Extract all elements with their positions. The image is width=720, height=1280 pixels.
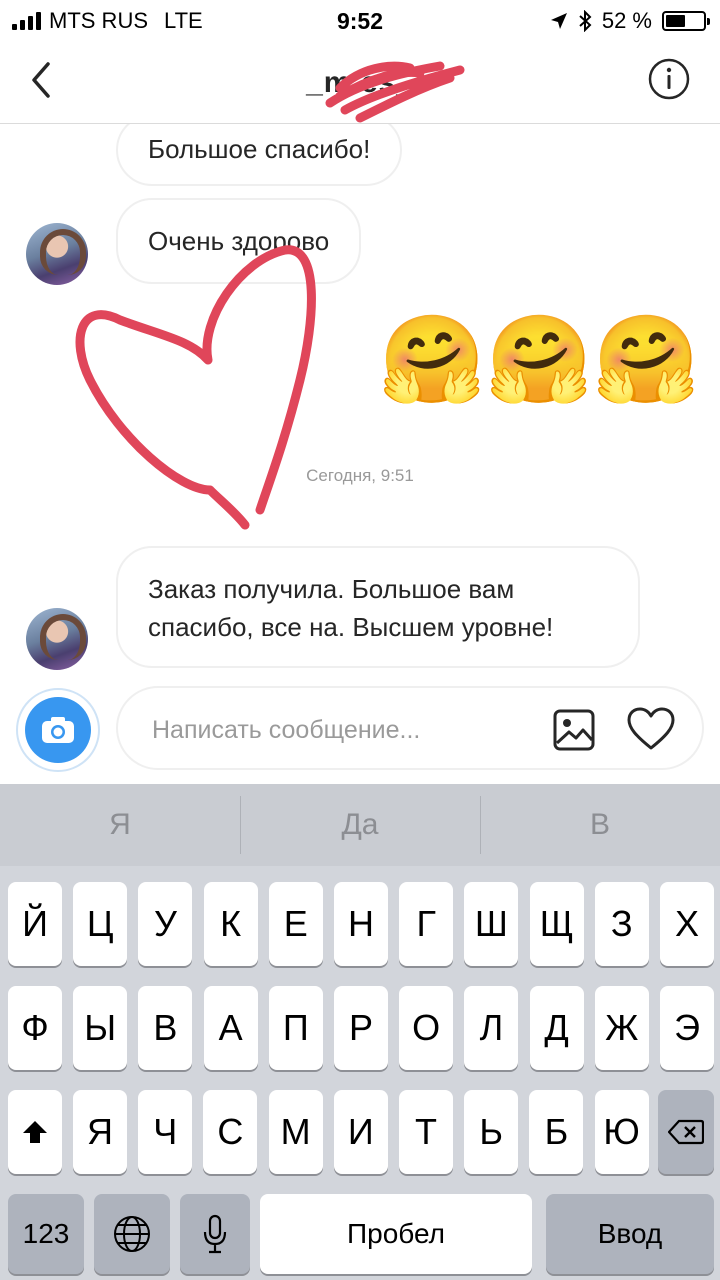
location-arrow-icon	[550, 13, 567, 29]
key-letter[interactable]: Г	[399, 882, 454, 966]
key-letter[interactable]: Н	[334, 882, 388, 966]
key-letter[interactable]: У	[138, 882, 193, 966]
message-thread: Большое спасибо! Очень здорово 🤗🤗🤗 Сегод…	[0, 124, 720, 680]
key-letter[interactable]: Ч	[138, 1090, 193, 1174]
globe-icon	[114, 1216, 150, 1252]
shift-key[interactable]	[8, 1090, 62, 1174]
key-letter[interactable]: Д	[529, 986, 584, 1070]
key-letter[interactable]: О	[399, 986, 454, 1070]
key-letter[interactable]: А	[203, 986, 258, 1070]
key-letter[interactable]: М	[268, 1090, 323, 1174]
backspace-icon	[668, 1119, 704, 1145]
return-key[interactable]: Ввод	[546, 1194, 714, 1274]
avatar[interactable]	[26, 608, 88, 670]
key-letter[interactable]: П	[268, 986, 323, 1070]
message-timestamp: Сегодня, 9:51	[306, 466, 414, 485]
keyboard: Я Да В Й Ц У К Е Н Г Ш Щ З Х Ф Ы В А П Р О Л Д Ж Э Я Ч С М И Т Ь Б Ю 12…	[0, 784, 720, 1280]
message-input-container	[116, 686, 704, 770]
message-input[interactable]	[152, 708, 532, 752]
message-bubble[interactable]: Большое спасибо!	[116, 124, 403, 186]
message-composer	[0, 680, 720, 784]
suggestion-item[interactable]: Да	[240, 784, 480, 866]
message-bubble[interactable]: Заказ получила. Большое вам спасибо, все…	[116, 546, 640, 668]
message-text: Очень здорово	[148, 226, 330, 256]
drawn-heart	[75, 245, 316, 530]
message-text-line: спасибо, все на. Высшем уровне!	[148, 612, 554, 642]
avatar[interactable]	[26, 223, 88, 285]
suggestion-item[interactable]: Я	[0, 784, 240, 866]
message-bubble[interactable]: Очень здорово	[116, 198, 362, 284]
bluetooth-icon	[579, 10, 592, 32]
key-letter[interactable]: Ц	[73, 882, 128, 966]
heart-icon[interactable]	[626, 706, 676, 752]
globe-key[interactable]	[94, 1194, 170, 1274]
microphone-icon	[203, 1214, 227, 1254]
key-letter[interactable]: Й	[8, 882, 62, 966]
emoji-message[interactable]: 🤗🤗🤗	[379, 310, 700, 410]
key-letter[interactable]: Т	[399, 1090, 453, 1174]
key-letter[interactable]: З	[594, 882, 649, 966]
key-letter[interactable]: Я	[73, 1090, 127, 1174]
key-letter[interactable]: В	[138, 986, 193, 1070]
key-letter[interactable]: Ы	[73, 986, 128, 1070]
key-letter[interactable]: И	[333, 1090, 388, 1174]
camera-button[interactable]	[16, 688, 100, 772]
status-bar: MTS RUS LTE 9:52 52 %	[0, 0, 720, 40]
key-letter[interactable]: С	[203, 1090, 258, 1174]
key-letter[interactable]: Ф	[8, 986, 62, 1070]
message-text-line: Заказ получила. Большое вам	[148, 574, 515, 604]
key-letter[interactable]: Щ	[529, 882, 584, 966]
key-letter[interactable]: Ж	[594, 986, 649, 1070]
key-letter[interactable]: Ь	[464, 1090, 519, 1174]
battery-percent: 52 %	[601, 8, 652, 33]
chat-header: _m es_	[0, 40, 720, 124]
conversation-title[interactable]: _m es_	[0, 66, 720, 100]
key-letter[interactable]: К	[203, 882, 258, 966]
key-letter[interactable]: Р	[334, 986, 388, 1070]
key-letter[interactable]: Б	[529, 1090, 584, 1174]
dictation-key[interactable]	[180, 1194, 250, 1274]
suggestion-bar: Я Да В	[0, 784, 720, 866]
key-letter[interactable]: Э	[660, 986, 714, 1070]
key-letter[interactable]: Л	[464, 986, 519, 1070]
shift-icon	[23, 1121, 47, 1143]
gallery-icon[interactable]	[552, 708, 596, 752]
info-icon[interactable]	[648, 58, 690, 100]
battery-icon	[662, 11, 710, 31]
key-letter[interactable]: Е	[268, 882, 323, 966]
message-text: Большое спасибо!	[148, 134, 371, 164]
camera-icon	[25, 697, 91, 763]
suggestion-item[interactable]: В	[480, 784, 720, 866]
key-letter[interactable]: Ш	[464, 882, 519, 966]
numbers-key[interactable]: 123	[8, 1194, 84, 1274]
space-key[interactable]: Пробел	[260, 1194, 532, 1274]
status-right: 52 %	[550, 8, 710, 34]
key-letter[interactable]: Х	[660, 882, 714, 966]
key-letter[interactable]: Ю	[594, 1090, 649, 1174]
backspace-key[interactable]	[658, 1090, 714, 1174]
